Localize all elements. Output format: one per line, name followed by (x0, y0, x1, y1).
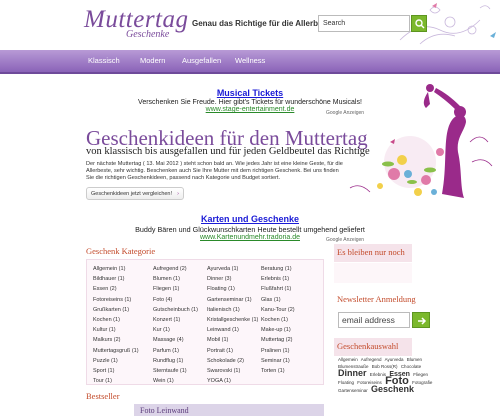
category-link[interactable]: Sterntaufe (1) (153, 368, 187, 374)
nav-item-ausgefallen[interactable]: Ausgefallen (182, 56, 221, 65)
category-link[interactable]: Ayurveda (1) (207, 266, 238, 272)
compare-gifts-button[interactable]: Geschenkideen jetzt vergleichen! › (86, 187, 184, 200)
category-link[interactable]: Seminar (1) (261, 358, 290, 364)
category-list: Allgemein (1) Bildhauer (1) Essen (2) Fotor… (86, 259, 324, 385)
category-link[interactable]: Portrait (1) (207, 348, 233, 354)
logo[interactable]: Muttertag Geschenke (84, 6, 188, 42)
compare-button-label: Geschenkideen jetzt vergleichen! (91, 191, 173, 197)
tag-link[interactable]: Aufregend (361, 357, 382, 362)
countdown-title: Es bleiben nur noch (337, 247, 405, 257)
category-section-title: Geschenk Kategorie (86, 246, 156, 256)
tag-link[interactable]: Geschenk (371, 384, 414, 394)
category-link[interactable]: Fotoreiseins (1) (93, 297, 131, 303)
tag-link[interactable]: Erlebnis (370, 372, 386, 377)
header: Muttertag Geschenke Genau das Richtige f… (0, 0, 500, 48)
bestseller-item[interactable]: Foto Leinwand (134, 404, 324, 416)
category-link[interactable]: Muttertagsgruß (1) (93, 348, 139, 354)
main-nav: Klassisch Modern Ausgefallen Wellness (0, 50, 500, 74)
ad-url[interactable]: www.Kartenundmehr.tradoria.de (0, 234, 500, 241)
category-link[interactable]: Torten (1) (261, 368, 285, 374)
category-link[interactable]: Kochen (1) (93, 317, 120, 323)
newsletter-submit-button[interactable] (412, 312, 430, 328)
category-link[interactable]: Mobil (1) (207, 337, 228, 343)
search-icon (415, 19, 425, 29)
nav-item-klassisch[interactable]: Klassisch (88, 56, 120, 65)
tag-link[interactable]: Floating (338, 380, 354, 385)
logo-sub: Geschenke (126, 29, 170, 40)
search-input[interactable]: Search (318, 15, 410, 32)
category-link[interactable]: Italienisch (1) (207, 307, 240, 313)
tag-link[interactable]: Dinner (338, 368, 367, 378)
ad-title[interactable]: Karten und Geschenke (0, 214, 500, 224)
category-link[interactable]: YOGA (1) (207, 378, 231, 384)
category-link[interactable]: Gutscheinbuch (1) (153, 307, 198, 313)
category-link[interactable]: Essen (2) (93, 286, 117, 292)
category-link[interactable]: Erlebnis (1) (261, 276, 289, 282)
category-link[interactable]: Wein (1) (153, 378, 174, 384)
search-button[interactable] (411, 15, 427, 32)
gift-selection-title: Geschenkauswahl (337, 341, 399, 351)
arrow-right-icon (418, 317, 427, 325)
tag-link[interactable]: Fliegen (413, 372, 428, 377)
category-link[interactable]: Foto (4) (153, 297, 172, 303)
tag-link[interactable]: Ayurveda (385, 357, 404, 362)
category-link[interactable]: Puzzle (1) (93, 358, 118, 364)
category-link[interactable]: Pralinen (1) (261, 348, 289, 354)
tag-link[interactable]: Bob Ross(R) (372, 364, 398, 369)
category-link[interactable]: Malkurs (2) (93, 337, 121, 343)
tag-link[interactable]: Chocolate (401, 364, 421, 369)
category-link[interactable]: Bildhauer (1) (93, 276, 125, 282)
email-field[interactable]: email address (338, 312, 410, 328)
tag-link[interactable]: Blumen (407, 357, 422, 362)
category-link[interactable]: Parfum (1) (153, 348, 179, 354)
category-link[interactable]: Grußkarten (1) (93, 307, 129, 313)
tag-link[interactable]: Gartenseminar (338, 388, 368, 393)
countdown-box (334, 263, 412, 283)
category-link[interactable]: Konzert (1) (153, 317, 180, 323)
tagline: Genau das Richtige für die Allerbeste! (192, 19, 337, 28)
category-link[interactable]: Glas (1) (261, 297, 281, 303)
nav-item-wellness[interactable]: Wellness (235, 56, 265, 65)
page-subtitle: von klassisch bis ausgefallen und für je… (86, 146, 370, 157)
tag-cloud: Allgemein Aufregend Ayurveda Blumen Blum… (338, 356, 448, 416)
google-ads-label[interactable]: Google Anzeigen (326, 237, 364, 243)
tag-link[interactable]: Fotografie (412, 380, 432, 385)
category-link[interactable]: Tour (1) (93, 378, 112, 384)
category-link[interactable]: Massage (4) (153, 337, 184, 343)
bestseller-title: Bestseller (86, 391, 120, 401)
ad-block-2: Karten und Geschenke Buddy Bären und Glü… (0, 214, 500, 241)
tag-link[interactable]: Allgemein (338, 357, 358, 362)
category-link[interactable]: Swarovski (1) (207, 368, 240, 374)
category-link[interactable]: Beratung (1) (261, 266, 292, 272)
intro-text: Der nächste Muttertag ( 13. Mai 2012 ) s… (86, 161, 343, 182)
category-link[interactable]: Fliegen (1) (153, 286, 179, 292)
category-link[interactable]: Gartenseminar (1) (207, 297, 252, 303)
category-link[interactable]: Kristallgeschenke (1) (207, 317, 258, 323)
newsletter-title: Newsletter Anmeldung (337, 294, 416, 304)
category-link[interactable]: Dinner (3) (207, 276, 231, 282)
category-link[interactable]: Kanu-Tour (2) (261, 307, 295, 313)
category-link[interactable]: Rundflug (1) (153, 358, 183, 364)
category-link[interactable]: Kochen (1) (261, 317, 288, 323)
category-link[interactable]: Make-up (1) (261, 327, 291, 333)
category-link[interactable]: Aufregend (2) (153, 266, 187, 272)
category-link[interactable]: Schokolade (2) (207, 358, 244, 364)
category-link[interactable]: Blumen (1) (153, 276, 180, 282)
category-link[interactable]: Muttertag (2) (261, 337, 292, 343)
nav-item-modern[interactable]: Modern (140, 56, 165, 65)
category-link[interactable]: Floating (1) (207, 286, 235, 292)
ad-text: Buddy Bären und Glückwunschkarten Heute … (135, 225, 365, 234)
arrow-right-icon: › (177, 191, 179, 197)
category-link[interactable]: Allgemein (1) (93, 266, 125, 272)
category-link[interactable]: Flußfahrt (1) (261, 286, 291, 292)
category-link[interactable]: Kultur (1) (93, 327, 116, 333)
category-link[interactable]: Sport (1) (93, 368, 114, 374)
category-link[interactable]: Kur (1) (153, 327, 170, 333)
category-link[interactable]: Leinwand (1) (207, 327, 239, 333)
